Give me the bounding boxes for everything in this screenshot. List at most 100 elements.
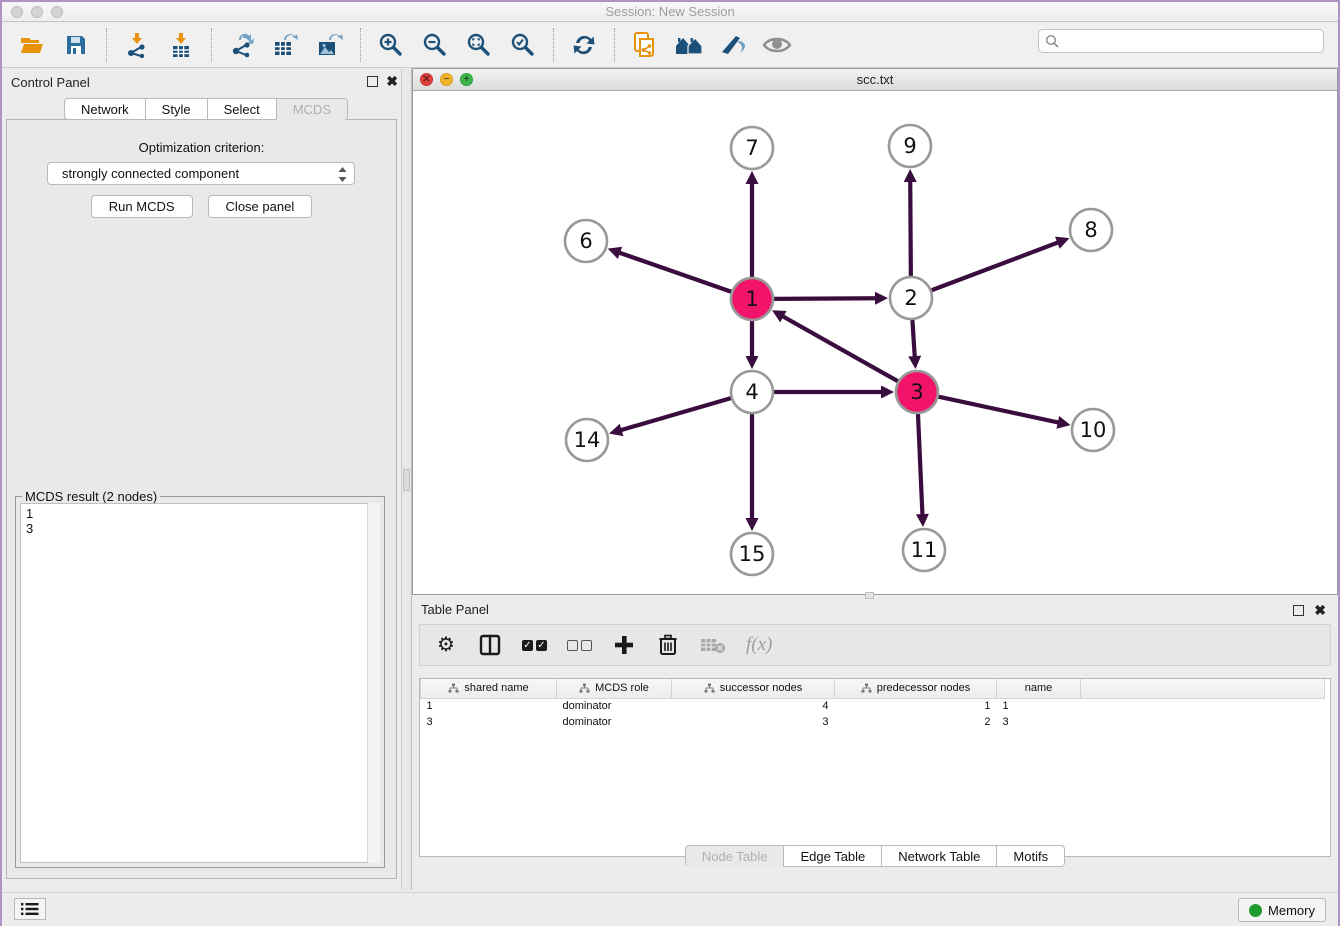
panel-splitter[interactable] bbox=[401, 69, 412, 890]
edge-arrowhead bbox=[916, 514, 929, 527]
table-cell[interactable]: 3 bbox=[421, 714, 557, 730]
table-cell[interactable]: 4 bbox=[672, 698, 835, 714]
task-history-button[interactable] bbox=[14, 898, 46, 920]
column-header-name[interactable]: name bbox=[997, 679, 1081, 698]
zoom-in-icon[interactable] bbox=[376, 30, 406, 60]
edge-2-8[interactable] bbox=[932, 242, 1060, 290]
column-header-predecessor-nodes[interactable]: predecessor nodes bbox=[835, 679, 997, 698]
edge-arrowhead bbox=[746, 356, 759, 369]
node-table[interactable]: shared nameMCDS rolesuccessor nodesprede… bbox=[419, 678, 1331, 857]
table-tabs: Node TableEdge TableNetwork TableMotifs bbox=[412, 845, 1338, 867]
network-title: scc.txt bbox=[413, 72, 1337, 87]
edge-3-10[interactable] bbox=[939, 397, 1060, 423]
application-window: Session: New Session bbox=[2, 2, 1338, 926]
main-toolbar bbox=[2, 23, 1338, 68]
splitter-handle[interactable] bbox=[403, 469, 410, 491]
edge-arrowhead bbox=[608, 247, 622, 259]
tab-network[interactable]: Network bbox=[64, 98, 145, 120]
import-table-icon[interactable] bbox=[166, 30, 196, 60]
clone-network-icon[interactable] bbox=[630, 30, 660, 60]
table-row[interactable]: 3dominator323 bbox=[421, 714, 1325, 730]
optimization-criterion-select[interactable]: strongly connected component bbox=[47, 162, 355, 185]
table-cell[interactable]: dominator bbox=[557, 698, 672, 714]
zoom-selected-icon[interactable] bbox=[508, 30, 538, 60]
save-session-icon[interactable] bbox=[61, 30, 91, 60]
refresh-icon[interactable] bbox=[569, 30, 599, 60]
table-cell[interactable]: 1 bbox=[835, 698, 997, 714]
tab-select[interactable]: Select bbox=[207, 98, 276, 120]
zoom-out-icon[interactable] bbox=[420, 30, 450, 60]
select-all-icon[interactable]: ✓✓ bbox=[522, 632, 547, 658]
split-columns-icon[interactable] bbox=[478, 632, 502, 658]
tab-mcds[interactable]: MCDS bbox=[276, 98, 348, 120]
export-image-icon[interactable] bbox=[315, 30, 345, 60]
table-row[interactable]: 1dominator411 bbox=[421, 698, 1325, 714]
table-cell[interactable]: 2 bbox=[835, 714, 997, 730]
open-session-icon[interactable] bbox=[17, 30, 47, 60]
import-network-icon[interactable] bbox=[122, 30, 152, 60]
delete-icon[interactable] bbox=[656, 632, 680, 658]
control-panel: Control Panel ✖ NetworkStyleSelectMCDS O… bbox=[2, 69, 410, 890]
deselect-all-icon[interactable] bbox=[567, 632, 592, 658]
table-cell[interactable]: 3 bbox=[672, 714, 835, 730]
network-canvas[interactable]: 7968124314101511 bbox=[413, 91, 1337, 594]
network-view-window: ✕ − + scc.txt 7968124314101511 bbox=[412, 68, 1338, 595]
tab-motifs[interactable]: Motifs bbox=[996, 845, 1065, 867]
table-cell[interactable]: dominator bbox=[557, 714, 672, 730]
function-builder-icon[interactable]: f(x) bbox=[746, 632, 772, 658]
close-panel-button[interactable]: Close panel bbox=[208, 195, 313, 218]
search-icon bbox=[1045, 34, 1059, 53]
table-cell[interactable]: 1 bbox=[421, 698, 557, 714]
zoom-fit-icon[interactable] bbox=[464, 30, 494, 60]
hide-style-icon[interactable] bbox=[718, 30, 748, 60]
column-header-successor-nodes[interactable]: successor nodes bbox=[672, 679, 835, 698]
mcds-result-text[interactable]: 1 3 bbox=[20, 503, 380, 863]
control-panel-tabs: NetworkStyleSelectMCDS bbox=[2, 98, 410, 120]
sitemap-icon bbox=[861, 683, 872, 694]
memory-label: Memory bbox=[1268, 903, 1315, 918]
edge-arrowhead bbox=[904, 169, 917, 182]
memory-button[interactable]: Memory bbox=[1238, 898, 1326, 922]
horizontal-splitter-handle[interactable] bbox=[865, 592, 874, 599]
edge-1-6[interactable] bbox=[618, 252, 731, 292]
table-panel-title: Table Panel bbox=[421, 602, 489, 617]
edge-2-3[interactable] bbox=[912, 320, 914, 358]
search-input[interactable] bbox=[1038, 29, 1324, 53]
edge-4-14[interactable] bbox=[620, 398, 731, 430]
eye-icon[interactable] bbox=[762, 30, 792, 60]
tab-node-table[interactable]: Node Table bbox=[685, 845, 784, 867]
close-panel-icon[interactable]: ✖ bbox=[386, 73, 398, 89]
run-mcds-button[interactable]: Run MCDS bbox=[91, 195, 193, 218]
graph-node-label: 10 bbox=[1080, 418, 1107, 442]
column-header-shared-name[interactable]: shared name bbox=[421, 679, 557, 698]
edge-2-9[interactable] bbox=[910, 180, 911, 276]
export-table-icon[interactable] bbox=[271, 30, 301, 60]
network-window-titlebar: ✕ − + scc.txt bbox=[413, 69, 1337, 91]
table-cell[interactable]: 1 bbox=[997, 698, 1081, 714]
edge-3-1[interactable] bbox=[782, 316, 898, 382]
edge-3-11[interactable] bbox=[918, 414, 923, 516]
home-icon[interactable] bbox=[674, 30, 704, 60]
tab-network-table[interactable]: Network Table bbox=[881, 845, 996, 867]
table-cell[interactable]: 3 bbox=[997, 714, 1081, 730]
tab-edge-table[interactable]: Edge Table bbox=[783, 845, 881, 867]
select-arrows-icon bbox=[338, 167, 347, 182]
column-header-empty bbox=[1081, 679, 1325, 698]
float-panel-icon[interactable] bbox=[367, 76, 378, 87]
tab-style[interactable]: Style bbox=[145, 98, 207, 120]
delete-table-icon[interactable] bbox=[700, 632, 726, 658]
table-float-panel-icon[interactable] bbox=[1293, 605, 1304, 616]
optimization-criterion-value: strongly connected component bbox=[62, 166, 239, 181]
gear-icon[interactable]: ⚙ bbox=[434, 632, 458, 658]
column-header-MCDS-role[interactable]: MCDS role bbox=[557, 679, 672, 698]
edge-arrowhead bbox=[908, 356, 921, 369]
optimization-criterion-label: Optimization criterion: bbox=[7, 140, 396, 155]
result-scrollbar[interactable] bbox=[367, 503, 380, 863]
add-column-icon[interactable] bbox=[612, 632, 636, 658]
export-network-icon[interactable] bbox=[227, 30, 257, 60]
edge-1-2[interactable] bbox=[774, 298, 877, 299]
table-close-panel-icon[interactable]: ✖ bbox=[1314, 602, 1326, 618]
edge-arrowhead bbox=[746, 518, 759, 531]
edge-arrowhead bbox=[746, 171, 759, 184]
edge-arrowhead bbox=[881, 386, 894, 399]
